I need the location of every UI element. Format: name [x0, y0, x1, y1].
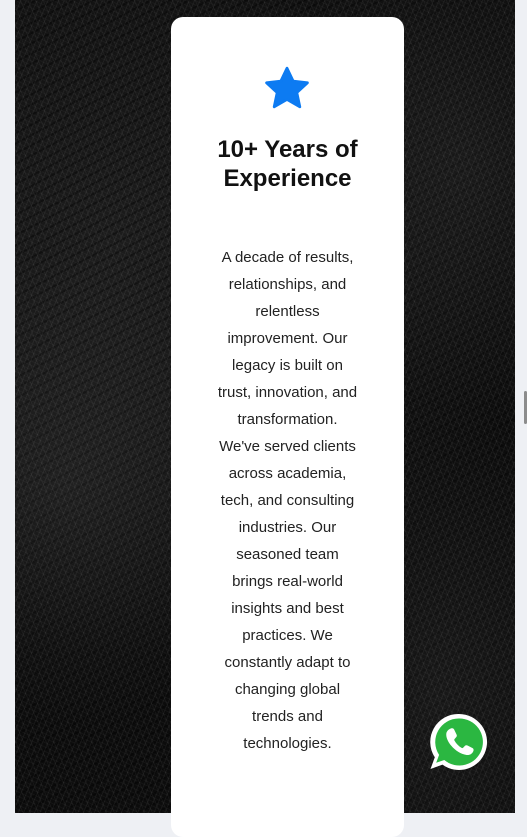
whatsapp-button[interactable] — [428, 711, 490, 773]
star-icon — [265, 66, 309, 109]
experience-card: 10+ Years of Experience A decade of resu… — [171, 17, 404, 837]
card-description: A decade of results, relationships, and … — [217, 249, 358, 752]
card-title: 10+ Years of Experience — [217, 136, 358, 192]
whatsapp-icon — [430, 713, 488, 770]
